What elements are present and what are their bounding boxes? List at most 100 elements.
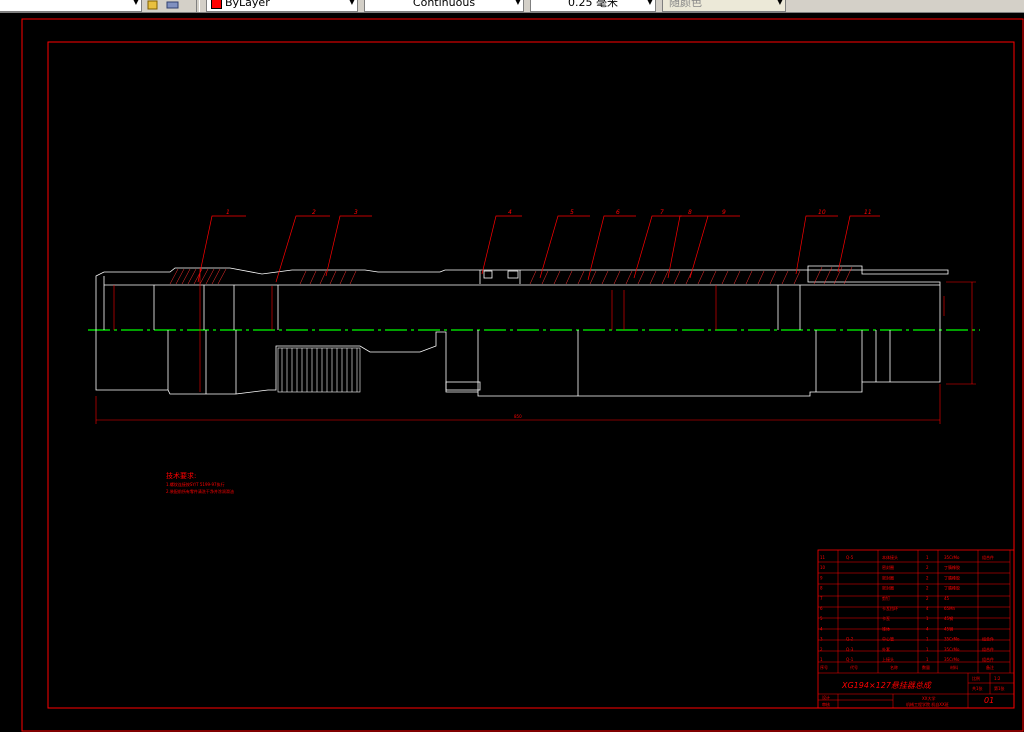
bom-cell-material: 65Mn	[944, 606, 956, 611]
bom-cell-code: Q-3	[846, 647, 854, 652]
inner-frame	[47, 41, 1015, 709]
chevron-down-icon: ▼	[348, 0, 355, 6]
bom-cell-note: 组合件	[982, 646, 994, 652]
tech-line-1: 1.螺纹连接按SY/T 5199-97执行	[166, 481, 225, 487]
bom-cell-note: 组合件	[982, 656, 994, 662]
balloon-2: 2	[312, 209, 316, 216]
bom-cell-material: 35CrMo	[944, 657, 960, 662]
sheet-label: 共1张	[972, 685, 983, 691]
bom-cell-seq: 1	[820, 657, 823, 662]
bom-cell-qty: 2	[926, 575, 929, 580]
bom-cell-seq: 10	[820, 565, 826, 570]
bom-cell-material: 丁腈橡胶	[944, 574, 960, 580]
designer-label: 设计	[822, 694, 830, 700]
bom-cell-material: 丁腈橡胶	[944, 564, 960, 570]
bom-cell-name: 密封圈	[882, 564, 894, 570]
lineweight-dropdown[interactable]: 0.25 毫米 ▼	[530, 0, 656, 12]
bom-cell-qty: 1	[926, 637, 929, 642]
bom-cell-name: 剪钉	[882, 595, 890, 601]
drawing-name: XG194×127悬挂器总成	[841, 681, 932, 690]
sheet-value: 第1张	[994, 685, 1005, 691]
bom-header-code: 代号	[850, 664, 858, 670]
title-block: 11 Q-5 本体接头 1 35CrMo 组合件10 密封圈 2 丁腈橡胶9 密封圈 2 丁腈橡胶8 密…	[817, 549, 1015, 709]
plotstyle-value: 随颜色	[669, 0, 702, 9]
bom-cell-name: 密封圈	[882, 585, 894, 591]
bom-cell-seq: 3	[820, 637, 823, 642]
bom-cell-material: 45	[944, 596, 950, 601]
bom-cell-name: 卡瓦	[882, 615, 890, 621]
drawing-number: 01	[984, 696, 994, 705]
bom-cell-note: 组合件	[982, 554, 994, 560]
balloon-7: 7	[660, 209, 664, 216]
checker-label: 审核	[822, 701, 830, 707]
color-swatch	[211, 0, 222, 9]
bom-cell-code: Q-5	[846, 555, 854, 560]
leader-lines	[197, 215, 880, 283]
bom-cell-material: 35CrMo	[944, 637, 960, 642]
bom-cell-qty: 2	[926, 596, 929, 601]
bom-header-material: 材料	[950, 664, 958, 670]
lineweight-value: 0.25 毫米	[568, 0, 618, 9]
bom-cell-name: 上接头	[882, 656, 894, 662]
overall-length-dim: 850	[514, 414, 522, 419]
bom-cell-seq: 7	[820, 596, 823, 601]
school-name: XX大学	[922, 695, 935, 701]
tech-line-2: 2.装配前所有零件清洗干净并涂润滑油	[166, 488, 234, 494]
bom-cell-qty: 1	[926, 657, 929, 662]
drawing-canvas[interactable]: 850 1 2 3 4 5 6 7 8 9 10 11 技术要求: 1.螺纹连接…	[0, 12, 1024, 732]
bom-header-name: 名称	[890, 664, 898, 670]
bom-cell-name: 外套	[882, 646, 890, 652]
linetype-dropdown[interactable]: Continuous ▼	[364, 0, 524, 12]
tech-requirements: 技术要求: 1.螺纹连接按SY/T 5199-97执行 2.装配前所有零件清洗干…	[166, 471, 234, 494]
bom-cell-code: Q-2	[846, 637, 854, 642]
bom-cell-seq: 8	[820, 586, 823, 591]
balloon-10: 10	[818, 209, 826, 216]
balloon-4: 4	[508, 209, 512, 216]
layer-value: ByLayer	[225, 0, 270, 9]
chevron-down-icon: ▼	[132, 0, 139, 6]
color-dropdown[interactable]: ▼	[0, 0, 142, 12]
bom-cell-qty: 1	[926, 555, 929, 560]
bom-header-seq: 序号	[820, 664, 828, 670]
bom-cell-material: 35CrMo	[944, 555, 960, 560]
balloon-8: 8	[688, 209, 692, 216]
toolbar-separator	[196, 0, 200, 12]
bom-cell-name: 本体接头	[882, 554, 898, 560]
bom-cell-qty: 2	[926, 586, 929, 591]
plotstyle-dropdown[interactable]: 随颜色 ▼	[662, 0, 786, 12]
bom-cell-material: 45钢	[944, 625, 953, 631]
slip-teeth	[277, 347, 361, 393]
bom-cell-name: 锥体	[882, 625, 890, 631]
bom-cell-material: 丁腈橡胶	[944, 585, 960, 591]
class-name: 机械工程学院 机自XX班	[906, 701, 949, 707]
balloon-11: 11	[864, 209, 872, 216]
bom-cell-seq: 5	[820, 616, 823, 621]
chevron-down-icon: ▼	[514, 0, 521, 6]
bom-rows: 11 Q-5 本体接头 1 35CrMo 组合件10 密封圈 2 丁腈橡胶9 密封圈 2 丁腈橡胶8 密…	[820, 554, 994, 662]
dimension-lines	[95, 268, 976, 424]
bom-cell-qty: 2	[926, 565, 929, 570]
bom-cell-seq: 9	[820, 575, 823, 580]
bom-cell-qty: 1	[926, 616, 929, 621]
outer-border	[21, 18, 1024, 732]
bom-cell-name: 卡瓦挡环	[882, 605, 898, 611]
scale-value: 1:2	[994, 676, 1001, 681]
bom-cell-name: 中心管	[882, 636, 894, 642]
chevron-down-icon: ▼	[776, 0, 783, 6]
layer-previous-icon[interactable]	[166, 0, 180, 10]
hatching-upper	[169, 266, 853, 285]
bom-cell-note: 组合件	[982, 636, 994, 642]
balloon-6: 6	[616, 209, 620, 216]
scale-label: 比例	[972, 675, 980, 681]
tech-title: 技术要求:	[166, 471, 196, 480]
layer-match-icon[interactable]	[146, 0, 160, 10]
bom-cell-code: Q-1	[846, 657, 854, 662]
balloon-1: 1	[226, 209, 230, 216]
balloon-5: 5	[570, 209, 574, 216]
section-upper	[95, 265, 949, 330]
layer-dropdown[interactable]: ByLayer ▼	[206, 0, 358, 12]
balloon-3: 3	[354, 209, 358, 216]
bom-cell-material: 35CrMo	[944, 647, 960, 652]
outline-lower	[95, 330, 941, 397]
bom-header-note: 备注	[986, 664, 994, 670]
